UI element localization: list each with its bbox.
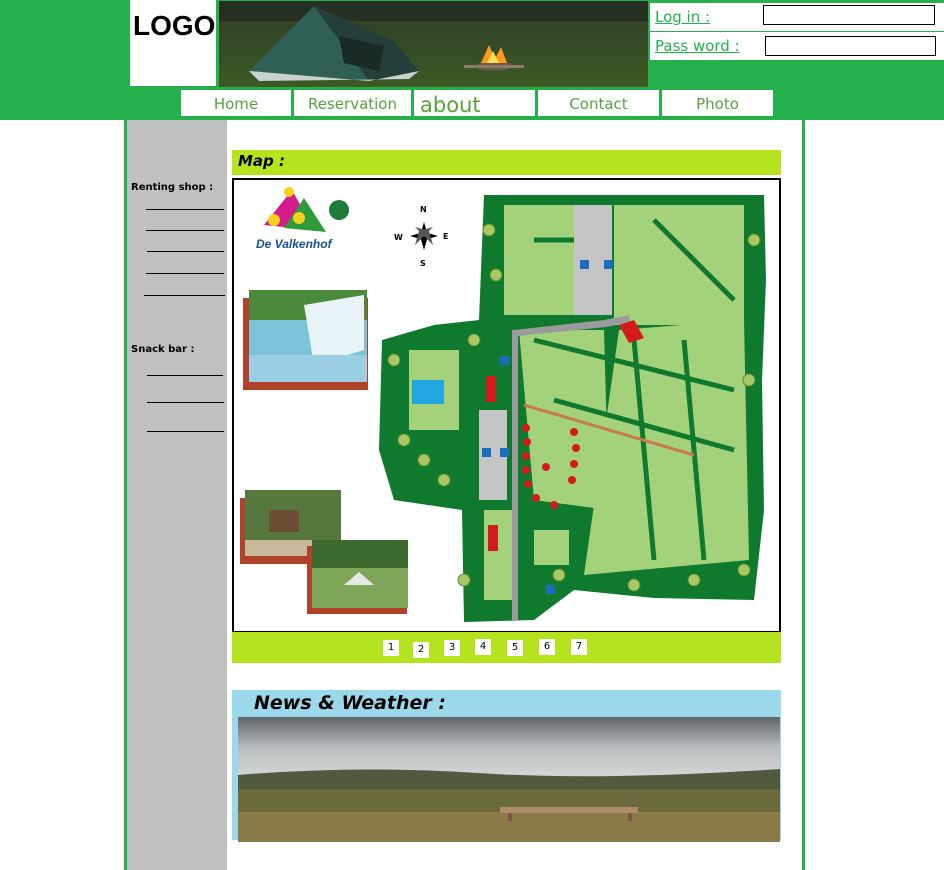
campsite-map[interactable]: De Valkenhof N S E W bbox=[232, 178, 781, 633]
login-input[interactable] bbox=[763, 5, 935, 25]
snack-link-1[interactable] bbox=[147, 375, 223, 376]
renting-shop-heading: Renting shop : bbox=[131, 182, 214, 193]
header-tent-photo bbox=[219, 1, 648, 87]
campsite-map-image: De Valkenhof N S E W bbox=[234, 180, 779, 631]
logo[interactable]: LOGO bbox=[133, 10, 215, 42]
nav-contact[interactable]: Contact bbox=[538, 90, 659, 116]
compass-e: E bbox=[443, 232, 448, 241]
page-button-1[interactable]: 1 bbox=[383, 640, 399, 656]
nav-photo[interactable]: Photo bbox=[662, 90, 773, 116]
nav-home[interactable]: Home bbox=[181, 90, 291, 116]
page-button-6[interactable]: 6 bbox=[539, 639, 555, 655]
map-header-bar bbox=[232, 150, 781, 175]
right-border bbox=[802, 120, 805, 870]
tent-campfire-image bbox=[219, 1, 648, 87]
compass-w: W bbox=[394, 233, 403, 242]
renting-link-5[interactable] bbox=[144, 295, 225, 296]
news-weather-title: News & Weather : bbox=[254, 692, 446, 714]
campsite-logo-text: De Valkenhof bbox=[256, 237, 333, 251]
sidebar: Renting shop : Snack bar : bbox=[127, 120, 227, 870]
page-button-5[interactable]: 5 bbox=[507, 640, 523, 656]
password-label: Pass word : bbox=[655, 37, 740, 55]
renting-link-3[interactable] bbox=[147, 251, 224, 252]
password-row: Pass word : bbox=[650, 32, 944, 60]
renting-link-4[interactable] bbox=[146, 273, 224, 274]
snack-bar-heading: Snack bar : bbox=[131, 344, 195, 355]
landscape-image bbox=[238, 717, 780, 842]
compass-n: N bbox=[420, 205, 427, 214]
renting-link-1[interactable] bbox=[146, 209, 224, 210]
password-input[interactable] bbox=[765, 36, 936, 56]
renting-link-2[interactable] bbox=[146, 230, 224, 231]
tents-photo bbox=[307, 540, 408, 614]
login-row: Log in : bbox=[650, 3, 944, 31]
compass-s: S bbox=[420, 259, 426, 268]
login-label: Log in : bbox=[655, 8, 711, 26]
snack-link-3[interactable] bbox=[147, 431, 224, 432]
nav-reservation[interactable]: Reservation bbox=[294, 90, 411, 116]
weather-landscape-photo bbox=[238, 717, 780, 842]
page-button-7[interactable]: 7 bbox=[571, 639, 587, 655]
page-button-4[interactable]: 4 bbox=[475, 639, 491, 655]
nav-about[interactable]: about bbox=[414, 90, 535, 117]
map-title: Map : bbox=[238, 152, 286, 170]
snack-link-2[interactable] bbox=[147, 402, 224, 403]
page-button-2[interactable]: 2 bbox=[413, 642, 429, 658]
login-panel: Log in : Pass word : bbox=[650, 0, 944, 88]
pool-photo bbox=[243, 290, 368, 390]
page-button-3[interactable]: 3 bbox=[444, 640, 460, 656]
